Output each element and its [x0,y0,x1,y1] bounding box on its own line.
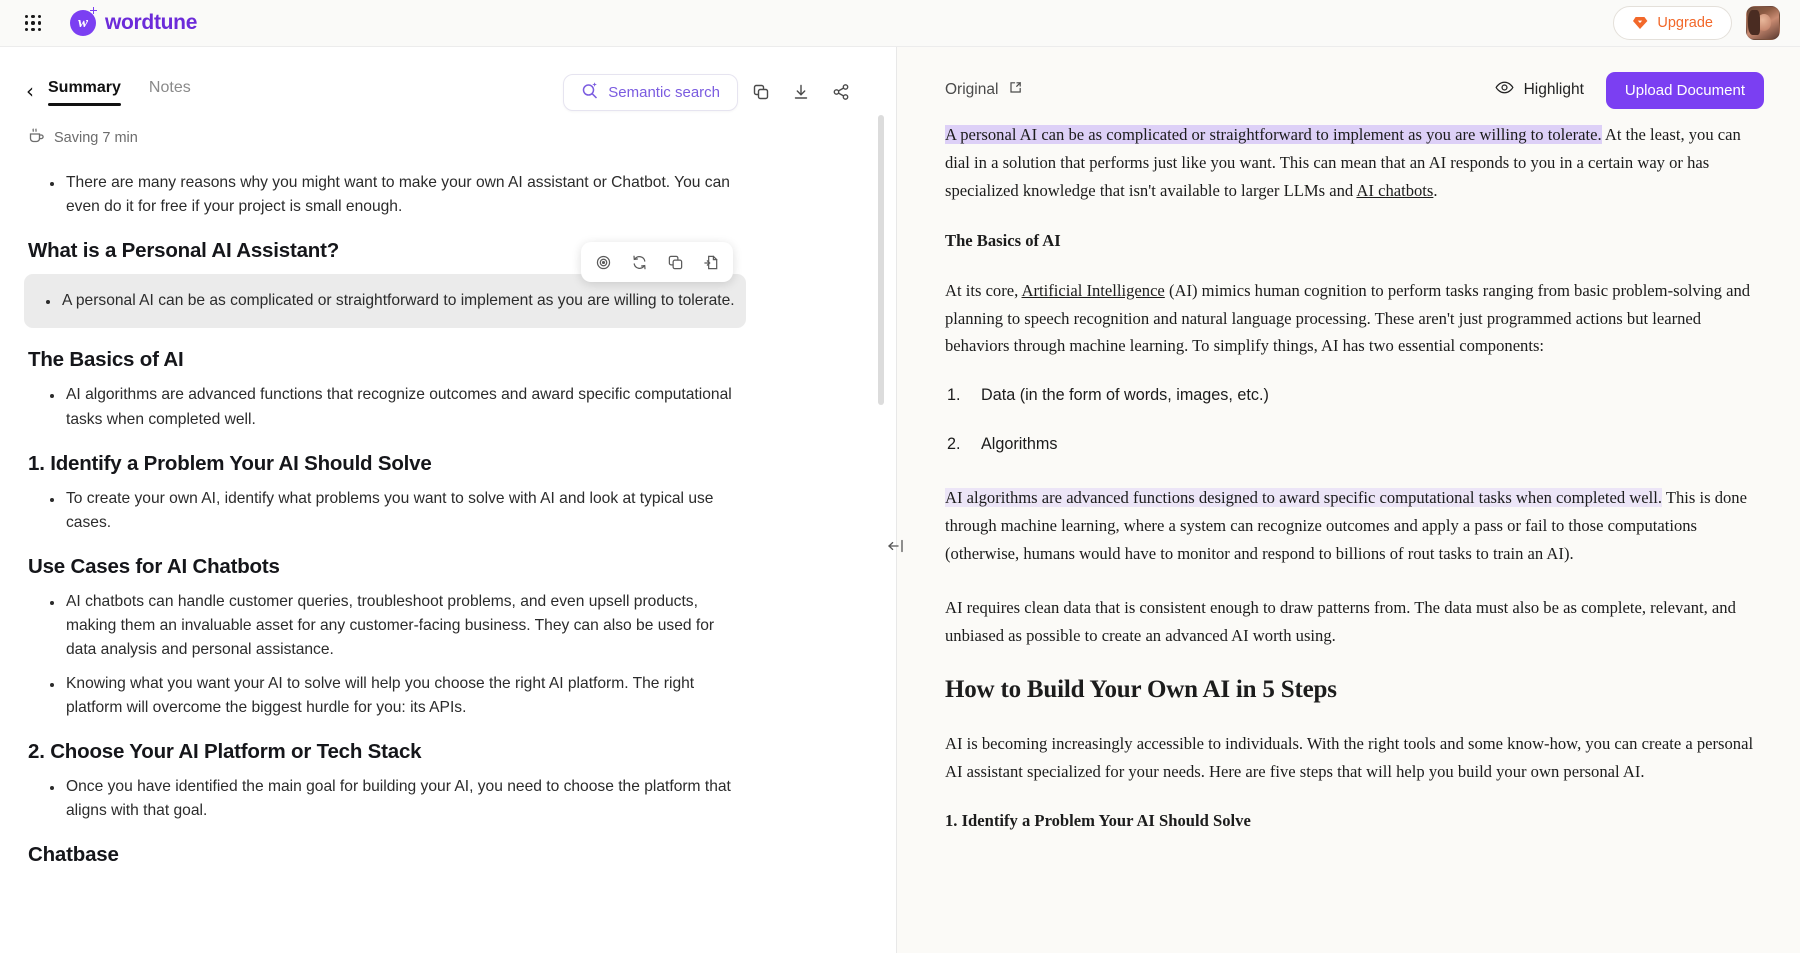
add-to-document-icon[interactable] [696,247,726,277]
summary-bullet-text: AI chatbots can handle customer queries,… [66,590,746,662]
document-paragraph: AI is becoming increasingly accessible t… [945,730,1764,786]
upgrade-label: Upgrade [1657,15,1713,31]
highlighted-sentence: A personal AI can be as complicated or s… [945,125,1602,144]
download-icon[interactable] [784,75,818,109]
document-content: A personal AI can be as complicated or s… [897,113,1800,953]
upgrade-button[interactable]: Upgrade [1613,6,1732,40]
summary-scrollbar[interactable] [878,115,884,405]
document-header-actions: Highlight Upload Document [1495,72,1764,109]
tab-summary-label: Summary [48,79,121,96]
summary-header-tools: Semantic search [563,74,858,111]
summary-bullet: AI chatbots can handle customer queries,… [28,590,746,662]
document-paragraph: At its core, Artificial Intelligence (AI… [945,277,1764,361]
document-paragraph: AI requires clean data that is consisten… [945,594,1764,650]
main-area: ‹ Summary Notes Semantic [0,47,1800,953]
summary-tabs: Summary Notes [48,79,191,106]
document-heading-basics: The Basics of AI [945,231,1764,251]
search-sparkle-icon [581,81,599,103]
share-icon[interactable] [824,75,858,109]
tab-notes[interactable]: Notes [149,79,191,106]
original-document-link[interactable]: Original [945,80,1023,100]
list-item-number: 2. [947,435,961,454]
summary-bullet: Once you have identified the main goal f… [28,775,746,823]
bullet-dot [50,394,54,398]
summary-panel: ‹ Summary Notes Semantic [0,47,897,953]
summary-bullet-text: Once you have identified the main goal f… [66,775,746,823]
summary-bullet: There are many reasons why you might wan… [28,171,746,219]
avatar[interactable] [1746,6,1780,40]
tab-summary[interactable]: Summary [48,79,121,106]
highlighted-sentence: AI algorithms are advanced functions des… [945,488,1662,507]
list-item: 2. Algorithms [981,435,1764,454]
saving-status: Saving 7 min [0,115,896,148]
brand-name: wordtune [105,11,197,35]
summary-bullet: A personal AI can be as complicated or s… [24,289,736,313]
summary-content: There are many reasons why you might wan… [0,148,896,953]
document-heading-step1: 1. Identify a Problem Your AI Should Sol… [945,811,1764,831]
summary-selected-block[interactable]: A personal AI can be as complicated or s… [24,274,746,328]
document-header: Original Highlight Upload Documen [897,47,1800,113]
saving-label: Saving 7 min [54,130,138,146]
document-ordered-list: 1. Data (in the form of words, images, e… [945,386,1764,454]
regenerate-icon[interactable] [624,247,654,277]
list-item: 1. Data (in the form of words, images, e… [981,386,1764,405]
chevron-left-icon[interactable]: ‹ [26,81,34,101]
upload-document-button[interactable]: Upload Document [1606,72,1764,109]
summary-heading-basics: The Basics of AI [28,348,746,372]
document-paragraph: AI algorithms are advanced functions des… [945,484,1764,568]
wordtune-mark-icon: w [70,10,96,36]
summary-heading-usecases: Use Cases for AI Chatbots [28,555,746,579]
bullet-dot [50,786,54,790]
inline-link-artificial-intelligence[interactable]: Artificial Intelligence [1022,281,1165,300]
summary-bullet-text: AI algorithms are advanced functions tha… [66,383,746,431]
collapse-panel-left-icon[interactable] [883,533,909,559]
eye-icon [1495,80,1514,100]
summary-bullet-text: Knowing what you want your AI to solve w… [66,672,746,720]
summary-bullet: To create your own AI, identify what pro… [28,487,746,535]
summary-bullet-text: There are many reasons why you might wan… [66,171,746,219]
bullet-dot [50,498,54,502]
external-link-icon [1008,80,1023,100]
summary-bullet: Knowing what you want your AI to solve w… [28,672,746,720]
summary-block-toolbar [581,242,733,282]
grid-apps-icon[interactable] [22,12,44,34]
semantic-search-button[interactable]: Semantic search [563,74,738,111]
summary-heading-chatbase: Chatbase [28,843,746,867]
summary-bullet-text: To create your own AI, identify what pro… [66,487,746,535]
list-item-text: Algorithms [981,435,1057,453]
list-item-text: Data (in the form of words, images, etc.… [981,386,1269,404]
summary-heading-platform: 2. Choose Your AI Platform or Tech Stack [28,740,746,764]
list-item-number: 1. [947,386,961,405]
copy-icon[interactable] [660,247,690,277]
highlight-label: Highlight [1524,81,1584,99]
target-icon[interactable] [588,247,618,277]
inline-link-ai-chatbots[interactable]: AI chatbots [1356,181,1433,200]
bullet-dot [50,182,54,186]
original-label: Original [945,81,998,99]
copy-icon[interactable] [744,75,778,109]
highlight-toggle[interactable]: Highlight [1495,80,1584,100]
bullet-dot [50,683,54,687]
top-bar: w wordtune Upgrade [0,0,1800,47]
tab-notes-label: Notes [149,79,191,96]
document-paragraph: A personal AI can be as complicated or s… [945,121,1764,205]
document-heading-build: How to Build Your Own AI in 5 Steps [945,676,1764,704]
summary-bullet-text: A personal AI can be as complicated or s… [62,289,735,313]
bullet-dot [50,601,54,605]
summary-header: ‹ Summary Notes Semantic [0,47,896,115]
gem-icon [1632,16,1648,30]
paragraph-text: At its core, [945,281,1022,300]
coffee-cup-icon [28,127,46,148]
bullet-dot [46,300,50,304]
brand-logo[interactable]: w wordtune [70,10,197,36]
paragraph-text: . [1433,181,1437,200]
brand-mark-letter: w [78,15,88,32]
summary-bullet: AI algorithms are advanced functions tha… [28,383,746,431]
document-panel: Original Highlight Upload Documen [897,47,1800,953]
summary-heading-identify: 1. Identify a Problem Your AI Should Sol… [28,452,746,476]
top-bar-actions: Upgrade [1613,6,1780,40]
semantic-search-label: Semantic search [608,84,720,101]
